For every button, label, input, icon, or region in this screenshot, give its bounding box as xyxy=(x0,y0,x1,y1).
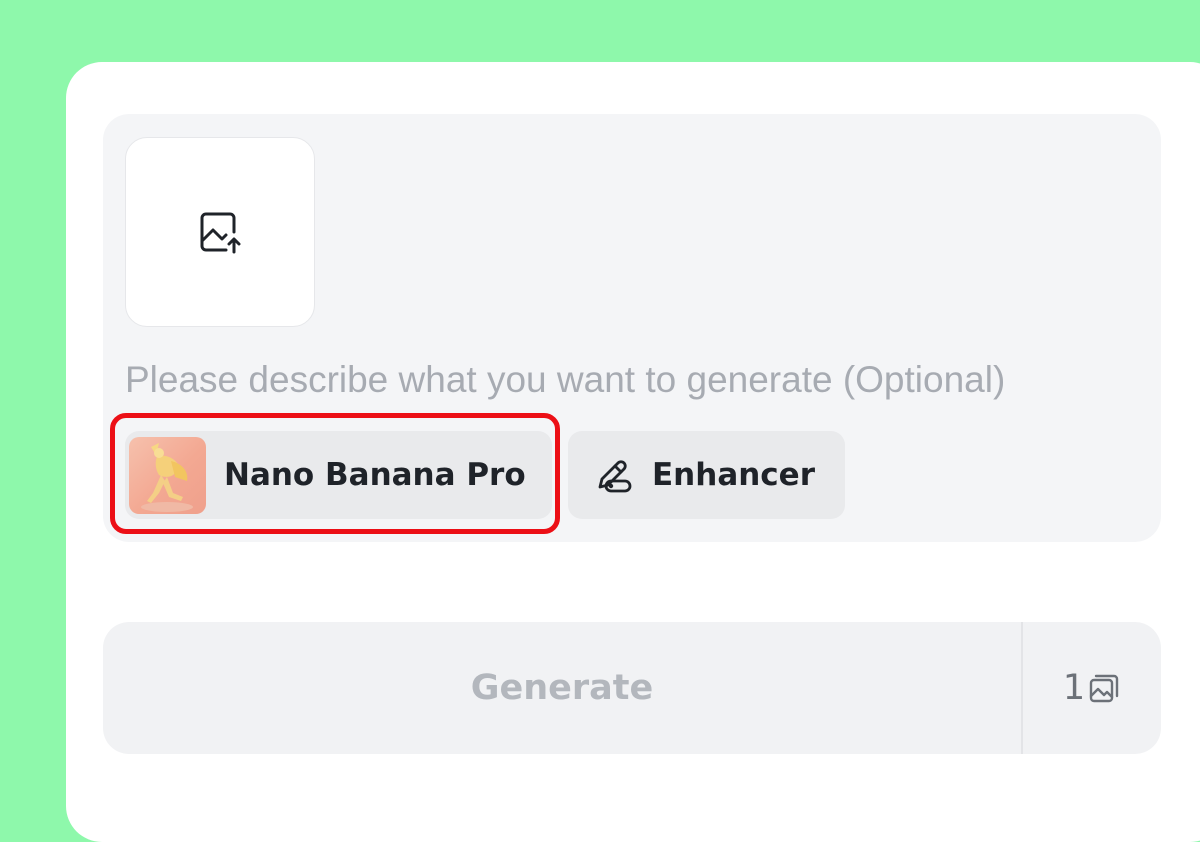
enhancer-pen-icon xyxy=(598,460,632,493)
enhancer-label: Enhancer xyxy=(652,457,815,493)
generate-button[interactable]: Generate xyxy=(103,622,1021,754)
model-selector-label: Nano Banana Pro xyxy=(224,457,526,493)
image-count-value: 1 xyxy=(1062,668,1086,708)
prompt-input[interactable] xyxy=(125,354,1155,406)
generate-bar: Generate 1 xyxy=(103,622,1161,754)
images-stack-icon xyxy=(1089,674,1119,703)
image-upload-icon xyxy=(200,212,241,254)
model-selector-button[interactable]: Nano Banana Pro xyxy=(125,431,552,519)
image-upload-button[interactable] xyxy=(125,137,315,327)
model-thumbnail xyxy=(129,436,206,514)
image-count-selector[interactable]: 1 xyxy=(1023,622,1161,754)
enhancer-button[interactable]: Enhancer xyxy=(568,431,845,519)
